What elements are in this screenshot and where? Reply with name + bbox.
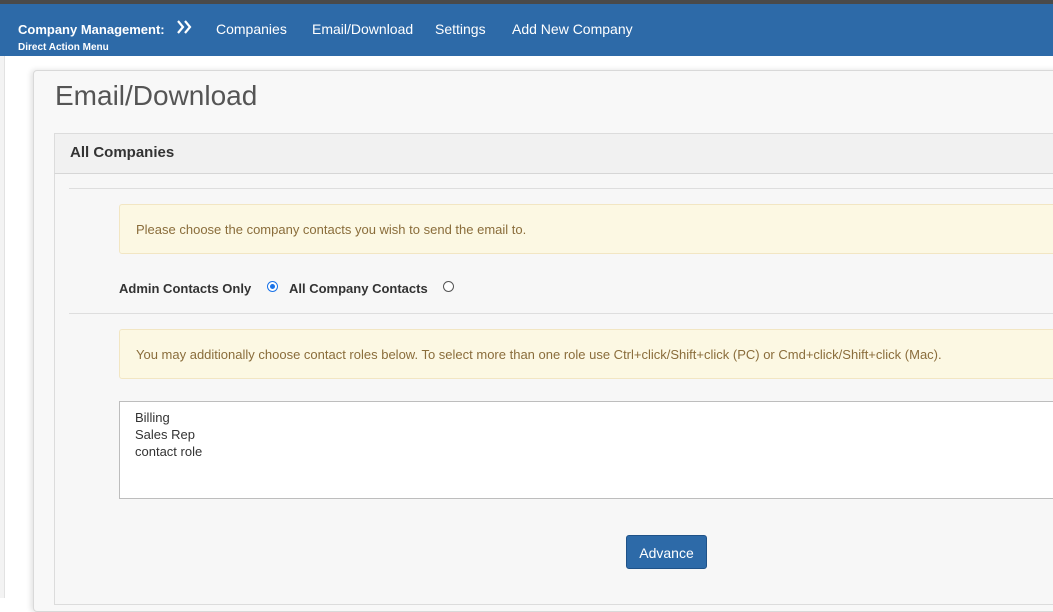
navbar-brand: Company Management: [18,22,165,37]
card-header [54,133,1053,174]
double-chevron-right-icon [177,20,192,34]
radio-admin-contacts-only[interactable] [267,281,278,292]
radio-label-admin-contacts: Admin Contacts Only [119,281,252,296]
divider [69,188,1053,189]
radio-label-all-contacts: All Company Contacts [289,281,428,296]
card-title: All Companies [70,144,175,161]
divider [69,313,1053,314]
role-option-billing[interactable]: Billing [135,409,1053,426]
nav-settings[interactable]: Settings [435,21,486,37]
nav-add-new-company[interactable]: Add New Company [512,21,633,37]
contacts-info-alert: Please choose the company contacts you w… [119,204,1053,254]
radio-all-company-contacts[interactable] [443,281,454,292]
navbar-brand-subtitle: Direct Action Menu [18,42,109,53]
roles-info-alert: You may additionally choose contact role… [119,329,1053,379]
page-title: Email/Download [55,80,258,111]
left-edge-panel [0,56,5,598]
contact-roles-multiselect[interactable]: Billing Sales Rep contact role [119,401,1053,499]
role-option-contact-role[interactable]: contact role [135,443,1053,460]
role-option-sales-rep[interactable]: Sales Rep [135,426,1053,443]
nav-email-download[interactable]: Email/Download [312,21,413,37]
nav-companies[interactable]: Companies [216,21,287,37]
top-navbar: Company Management: Direct Action Menu C… [0,4,1053,56]
advance-button[interactable]: Advance [626,535,707,569]
